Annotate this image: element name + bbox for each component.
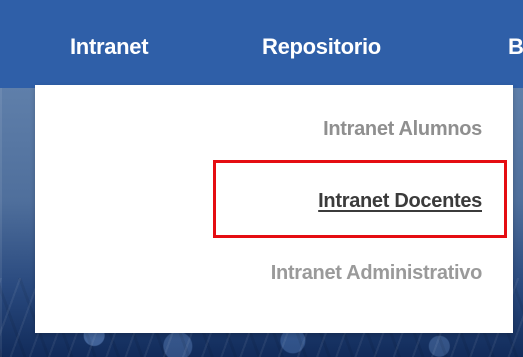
dropdown-item-intranet-administrativo[interactable]: Intranet Administrativo — [271, 262, 483, 285]
dropdown-item-intranet-alumnos[interactable]: Intranet Alumnos — [323, 118, 482, 141]
nav-partial-next-link[interactable]: B — [508, 34, 523, 60]
nav-intranet-link[interactable]: Intranet — [70, 34, 149, 60]
dropdown-item-intranet-docentes[interactable]: Intranet Docentes — [318, 190, 482, 213]
nav-repositorio-link[interactable]: Repositorio — [262, 34, 381, 60]
intranet-dropdown-menu: Intranet Alumnos Intranet Docentes Intra… — [35, 85, 513, 333]
top-navigation: Intranet Repositorio B — [0, 0, 523, 88]
